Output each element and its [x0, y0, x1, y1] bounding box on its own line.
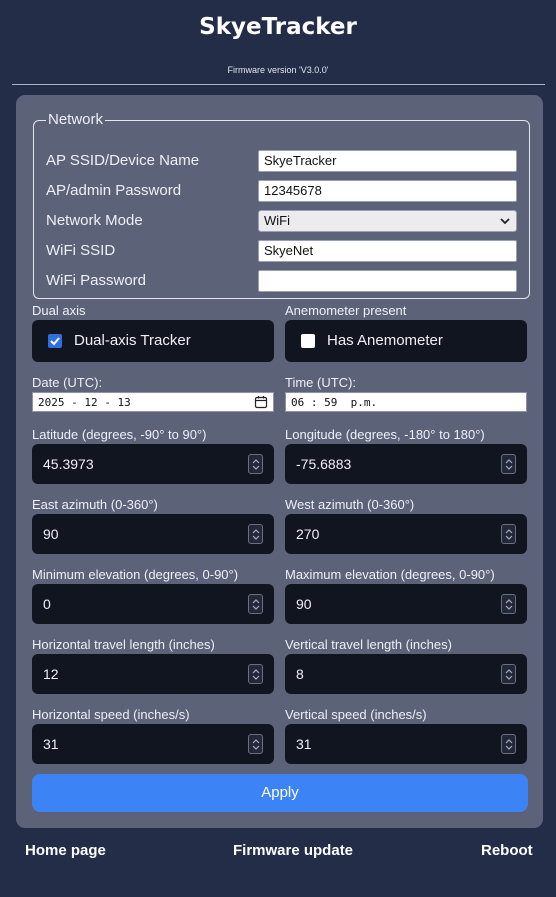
wifi-ssid-label: WiFi SSID — [46, 242, 116, 259]
firmware-update-link[interactable]: Firmware update — [233, 842, 353, 859]
max-elevation-value: 90 — [296, 596, 312, 612]
latitude-value: 45.3973 — [43, 456, 94, 472]
latitude-input[interactable]: 45.3973 — [32, 444, 274, 484]
west-azimuth-label: West azimuth (0-360°) — [285, 497, 415, 512]
network-mode-value: WiFi — [264, 213, 290, 228]
vertical-speed-value: 31 — [296, 736, 312, 752]
anemometer-heading: Anemometer present — [285, 303, 407, 318]
min-elevation-input[interactable]: 0 — [32, 584, 274, 624]
wifi-password-input[interactable] — [258, 270, 517, 292]
ap-ssid-label: AP SSID/Device Name — [46, 152, 200, 169]
check-icon — [50, 337, 60, 346]
ap-password-input[interactable]: 12345678 — [258, 180, 517, 202]
wifi-ssid-input[interactable]: SkyeNet — [258, 240, 517, 262]
network-mode-select[interactable]: WiFi — [258, 210, 517, 232]
max-elevation-input[interactable]: 90 — [285, 584, 527, 624]
spinner-icon[interactable] — [501, 734, 516, 754]
time-label: Time (UTC): — [285, 375, 357, 390]
network-fieldset: Network AP SSID/Device Name SkyeTracker … — [33, 111, 530, 299]
ap-password-label: AP/admin Password — [46, 182, 182, 199]
network-mode-label: Network Mode — [46, 212, 143, 229]
spinner-icon[interactable] — [501, 664, 516, 684]
vertical-travel-value: 8 — [296, 666, 304, 682]
wifi-ssid-row: WiFi SSID SkyeNet — [46, 240, 526, 262]
max-elevation-label: Maximum elevation (degrees, 0-90°) — [285, 567, 495, 582]
spinner-icon[interactable] — [248, 734, 263, 754]
anemometer-option[interactable]: Has Anemometer — [285, 320, 527, 362]
header-divider — [12, 84, 545, 85]
spinner-icon[interactable] — [501, 594, 516, 614]
horizontal-travel-value: 12 — [43, 666, 59, 682]
longitude-input[interactable]: -75.6883 — [285, 444, 527, 484]
network-legend: Network — [48, 111, 104, 128]
east-azimuth-label: East azimuth (0-360°) — [32, 497, 158, 512]
vertical-travel-label: Vertical travel length (inches) — [285, 637, 452, 652]
west-azimuth-input[interactable]: 270 — [285, 514, 527, 554]
spinner-icon[interactable] — [248, 524, 263, 544]
network-mode-row: Network Mode WiFi — [46, 210, 526, 232]
ap-ssid-input[interactable]: SkyeTracker — [258, 150, 517, 172]
min-elevation-label: Minimum elevation (degrees, 0-90°) — [32, 567, 239, 582]
horizontal-speed-label: Horizontal speed (inches/s) — [32, 707, 190, 722]
date-input[interactable]: 2025 - 12 - 13 — [32, 392, 274, 412]
horizontal-travel-label: Horizontal travel length (inches) — [32, 637, 215, 652]
dual-axis-label: Dual-axis Tracker — [74, 332, 191, 349]
ap-ssid-row: AP SSID/Device Name SkyeTracker — [46, 150, 526, 172]
dual-axis-option[interactable]: Dual-axis Tracker — [32, 320, 274, 362]
horizontal-speed-input[interactable]: 31 — [32, 724, 274, 764]
min-elevation-value: 0 — [43, 596, 51, 612]
spinner-icon[interactable] — [248, 664, 263, 684]
firmware-version: Firmware version 'V3.0.0' — [227, 65, 329, 75]
wifi-password-label: WiFi Password — [46, 272, 147, 289]
time-input[interactable]: 06 : 59 p.m. — [285, 392, 527, 412]
spinner-icon[interactable] — [248, 594, 263, 614]
longitude-value: -75.6883 — [296, 456, 352, 472]
vertical-speed-input[interactable]: 31 — [285, 724, 527, 764]
east-azimuth-input[interactable]: 90 — [32, 514, 274, 554]
horizontal-travel-input[interactable]: 12 — [32, 654, 274, 694]
vertical-travel-input[interactable]: 8 — [285, 654, 527, 694]
dual-axis-heading: Dual axis — [32, 303, 86, 318]
longitude-label: Longitude (degrees, -180° to 180°) — [285, 427, 485, 442]
date-label: Date (UTC): — [32, 375, 103, 390]
dual-axis-checkbox[interactable] — [48, 334, 62, 348]
chevron-down-icon — [500, 218, 510, 225]
spinner-icon[interactable] — [501, 454, 516, 474]
app-title: SkyeTracker — [199, 14, 357, 40]
date-value: 2025 - 12 - 13 — [38, 396, 131, 409]
vertical-speed-label: Vertical speed (inches/s) — [285, 707, 427, 722]
latitude-label: Latitude (degrees, -90° to 90°) — [32, 427, 207, 442]
horizontal-speed-value: 31 — [43, 736, 59, 752]
ap-password-row: AP/admin Password 12345678 — [46, 180, 526, 202]
spinner-icon[interactable] — [501, 524, 516, 544]
wifi-password-row: WiFi Password — [46, 270, 526, 292]
apply-button[interactable]: Apply — [32, 774, 528, 812]
reboot-link[interactable]: Reboot — [481, 842, 533, 859]
calendar-icon[interactable] — [254, 395, 268, 409]
west-azimuth-value: 270 — [296, 526, 320, 542]
anemometer-checkbox[interactable] — [301, 334, 315, 348]
settings-panel: Network AP SSID/Device Name SkyeTracker … — [16, 95, 543, 828]
spinner-icon[interactable] — [248, 454, 263, 474]
time-value: 06 : 59 p.m. — [291, 396, 378, 409]
east-azimuth-value: 90 — [43, 526, 59, 542]
home-page-link[interactable]: Home page — [25, 842, 106, 859]
anemometer-label: Has Anemometer — [327, 332, 443, 349]
